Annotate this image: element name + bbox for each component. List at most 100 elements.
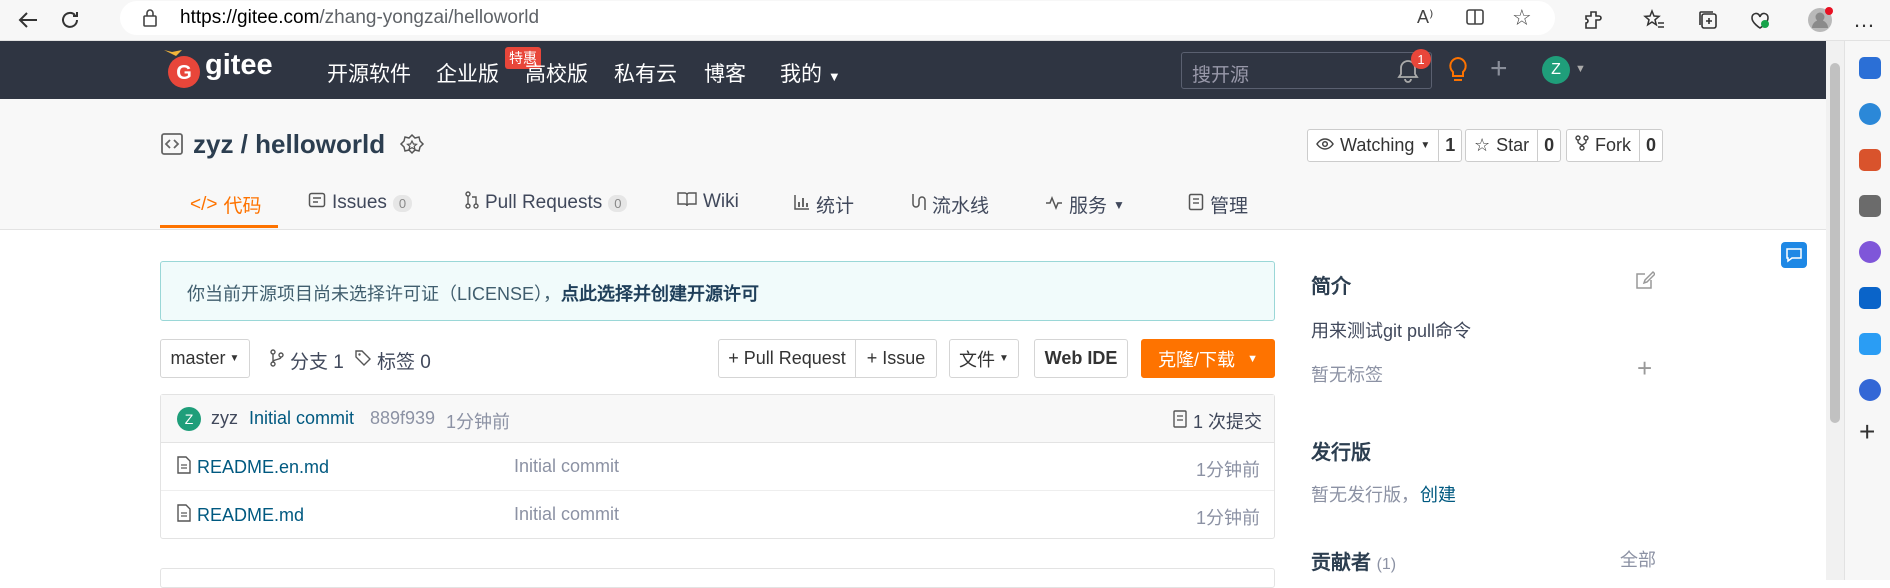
latest-commit-row: Z zyz Initial commit 889f939 1分钟前 1 次提交 — [161, 395, 1274, 443]
profile-avatar-icon[interactable] — [1806, 6, 1834, 34]
recommend-badge-icon[interactable] — [399, 133, 425, 164]
file-row[interactable]: README.en.md Initial commit 1分钟前 — [161, 443, 1274, 491]
license-link[interactable]: 点此选择并创建开源许可 — [561, 284, 759, 304]
search-icon[interactable] — [1859, 103, 1881, 125]
outlook-icon[interactable] — [1859, 287, 1881, 309]
intro-heading: 简介 — [1311, 276, 1351, 298]
url-host: https://gitee.com — [180, 7, 320, 28]
page-scrollbar[interactable] — [1826, 41, 1844, 580]
collections-icon[interactable] — [1694, 6, 1722, 34]
commit-author-avatar[interactable]: Z — [177, 407, 201, 431]
chat-assistant-icon[interactable] — [1781, 242, 1807, 268]
web-ide-button[interactable]: Web IDE — [1034, 339, 1128, 378]
browser-sidebar: + — [1844, 41, 1890, 580]
nav-enterprise[interactable]: 企业版 — [436, 58, 499, 88]
no-release-text: 暂无发行版， — [1311, 485, 1419, 505]
favorites-icon[interactable] — [1640, 6, 1668, 34]
branch-select[interactable]: master ▼ — [160, 339, 250, 378]
manage-doc-icon — [1188, 193, 1204, 217]
all-contributors-link[interactable]: 全部 — [1620, 546, 1656, 572]
caret-down-icon: ▼ — [999, 353, 1009, 364]
stats-chart-icon — [794, 194, 810, 216]
new-issue-button[interactable]: + Issue — [855, 339, 937, 378]
clone-download-button[interactable]: 克隆/下载 ▼ — [1141, 339, 1275, 378]
fork-count[interactable]: 0 — [1639, 130, 1662, 161]
logo-text[interactable]: gitee — [205, 49, 273, 82]
add-tag-icon[interactable]: + — [1637, 353, 1652, 384]
split-screen-icon[interactable] — [1465, 7, 1485, 32]
file-commit-message[interactable]: Initial commit — [514, 456, 619, 477]
project-title[interactable]: zyz / helloworld — [193, 129, 385, 160]
tab-service[interactable]: 服务 ▼ — [1045, 191, 1125, 218]
file-link[interactable]: README.en.md — [177, 456, 329, 479]
watch-button[interactable]: Watching ▼ 1 — [1307, 129, 1463, 162]
add-sidebar-app-icon[interactable]: + — [1859, 416, 1875, 448]
tags-link[interactable]: 标签 0 — [355, 347, 431, 374]
file-label: 文件 — [959, 349, 996, 370]
tab-pull-requests[interactable]: Pull Requests 0 — [465, 191, 628, 215]
tab-issues[interactable]: Issues 0 — [308, 191, 413, 215]
favorite-star-icon[interactable]: ☆ — [1512, 5, 1532, 31]
watch-label: Watching ▼ — [1308, 130, 1438, 161]
svg-text:G: G — [176, 62, 192, 84]
tab-pipeline-label: 流水线 — [932, 196, 990, 217]
send-icon[interactable] — [1859, 333, 1881, 355]
edit-icon[interactable] — [1635, 270, 1657, 295]
star-count[interactable]: 0 — [1537, 130, 1560, 161]
browser-essentials-icon[interactable] — [1746, 6, 1774, 34]
user-avatar[interactable]: Z — [1542, 56, 1570, 84]
nav-mine[interactable]: 我的 ▼ — [780, 58, 841, 88]
tab-wiki[interactable]: Wiki — [677, 191, 739, 213]
tab-service-label: 服务 — [1069, 196, 1108, 217]
tab-issues-label: Issues — [332, 192, 387, 213]
file-link[interactable]: README.md — [177, 504, 304, 527]
eye-icon — [1316, 135, 1334, 156]
issues-icon — [308, 191, 326, 215]
commit-message[interactable]: Initial commit — [249, 408, 354, 429]
shopping-icon[interactable] — [1859, 149, 1881, 171]
extensions-icon[interactable] — [1580, 6, 1608, 34]
readme-panel — [160, 568, 1275, 588]
scrollbar-thumb[interactable] — [1830, 63, 1840, 423]
address-bar[interactable]: https://gitee.com/zhang-yongzai/hellowor… — [120, 1, 1555, 35]
tab-pipeline[interactable]: 流水线 — [910, 191, 989, 218]
user-menu-caret-icon[interactable]: ▼ — [1575, 63, 1586, 75]
pulse-icon — [1045, 194, 1063, 216]
commit-author[interactable]: zyz — [211, 408, 238, 429]
nav-private-cloud[interactable]: 私有云 — [614, 58, 677, 88]
notification-bell-icon[interactable] — [1859, 57, 1881, 79]
url-text: https://gitee.com/zhang-yongzai/hellowor… — [180, 7, 539, 29]
star-button[interactable]: ☆ Star 0 — [1465, 129, 1562, 162]
watch-count[interactable]: 1 — [1438, 130, 1461, 161]
nav-blog[interactable]: 博客 — [704, 58, 746, 88]
star-label: ☆ Star — [1466, 130, 1537, 161]
tab-manage[interactable]: 管理 — [1188, 191, 1248, 218]
refresh-icon[interactable] — [56, 6, 84, 34]
file-menu-button[interactable]: 文件 ▼ — [949, 339, 1019, 378]
search-input[interactable]: 搜开源 — [1181, 52, 1432, 89]
nav-university[interactable]: 高校版 — [525, 58, 588, 88]
file-row[interactable]: README.md Initial commit 1分钟前 — [161, 491, 1274, 539]
caret-down-icon: ▼ — [827, 69, 841, 84]
tab-code[interactable]: </> 代码 — [190, 191, 262, 218]
branches-link[interactable]: 分支 1 — [270, 347, 344, 374]
new-pull-request-button[interactable]: + Pull Request — [718, 339, 856, 378]
commit-time: 1分钟前 — [446, 412, 511, 432]
fork-button[interactable]: Fork 0 — [1566, 129, 1664, 162]
games-icon[interactable] — [1859, 195, 1881, 217]
contributors-title: 贡献者 — [1311, 552, 1371, 574]
more-options-icon[interactable]: … — [1850, 6, 1878, 34]
create-release-link[interactable]: 创建 — [1420, 481, 1456, 507]
back-arrow-icon[interactable] — [14, 6, 42, 34]
read-aloud-icon[interactable]: A⁾ — [1417, 7, 1433, 28]
baidu-paw-icon[interactable] — [1859, 379, 1881, 401]
tab-stats[interactable]: 统计 — [794, 191, 854, 218]
no-tags-text: 暂无标签 — [1311, 365, 1383, 385]
nav-open-source[interactable]: 开源软件 — [327, 58, 411, 88]
lightbulb-icon[interactable] — [1446, 55, 1470, 90]
commit-hash[interactable]: 889f939 — [370, 408, 435, 429]
commit-total-link[interactable]: 1 次提交 — [1173, 408, 1262, 434]
plus-icon[interactable]: + — [1490, 52, 1508, 86]
copilot-icon[interactable] — [1859, 241, 1881, 263]
file-commit-message[interactable]: Initial commit — [514, 504, 619, 525]
